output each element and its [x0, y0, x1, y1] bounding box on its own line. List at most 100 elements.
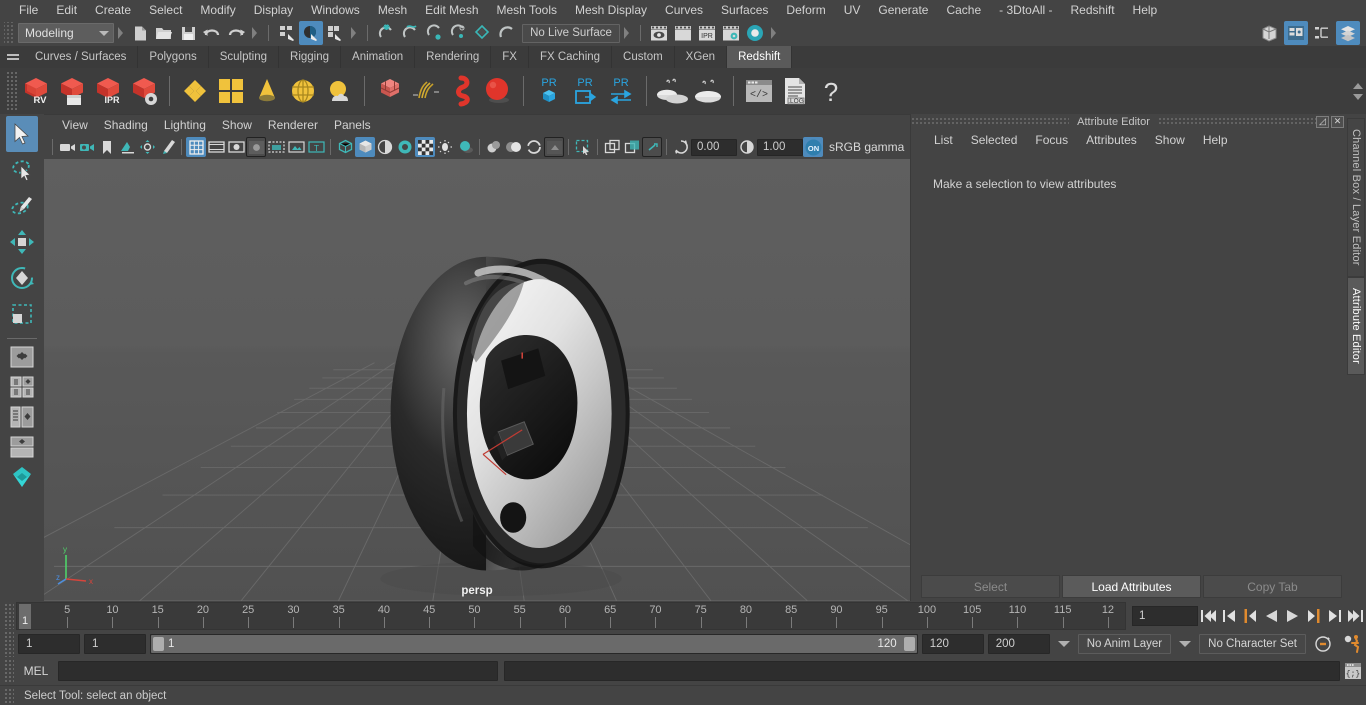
gamma-icon[interactable] — [737, 137, 757, 157]
shelf-redshift-volume-icon[interactable] — [444, 71, 480, 111]
shelf-tab-redshift[interactable]: Redshift — [727, 46, 793, 68]
shelf-redshift-bake-right-icon[interactable] — [690, 71, 726, 111]
help-line-grip[interactable] — [4, 687, 14, 704]
shelf-redshift-proxy-icon[interactable] — [372, 71, 408, 111]
play-forwards-icon[interactable] — [1282, 605, 1303, 627]
menu-deform[interactable]: Deform — [777, 0, 834, 20]
outliner-persp-layout[interactable] — [7, 403, 37, 431]
use-all-lights-icon[interactable] — [435, 137, 455, 157]
show-hide-tool-settings-icon[interactable] — [1310, 21, 1334, 45]
shelf-scroll-up-icon[interactable] — [1353, 82, 1363, 89]
viewport-menu-lighting[interactable]: Lighting — [156, 115, 214, 135]
camera-attributes-icon[interactable] — [77, 137, 97, 157]
viewport-menu-panels[interactable]: Panels — [326, 115, 379, 135]
2d-pan-zoom-icon[interactable] — [137, 137, 157, 157]
vertical-tab-channel-box[interactable]: Channel Box / Layer Editor — [1347, 118, 1365, 277]
gate-mask-icon[interactable] — [246, 137, 266, 157]
step-back-key-icon[interactable] — [1240, 605, 1261, 627]
four-view-layout[interactable] — [7, 373, 37, 401]
shelf-redshift-pr-cube-icon[interactable]: PR — [531, 71, 567, 111]
ae-menu-focus[interactable]: Focus — [1026, 129, 1077, 151]
motion-blur-icon[interactable] — [504, 137, 524, 157]
shelf-redshift-ipr-icon[interactable]: IPR — [90, 71, 126, 111]
menu-windows[interactable]: Windows — [302, 0, 369, 20]
close-icon[interactable]: ✕ — [1331, 115, 1345, 128]
snap-to-view-plane-icon[interactable] — [470, 21, 494, 45]
play-backwards-icon[interactable] — [1261, 605, 1282, 627]
shelf-redshift-cone-icon[interactable] — [249, 71, 285, 111]
animation-start-field[interactable]: 1 — [18, 634, 80, 654]
vertical-tab-attribute-editor[interactable]: Attribute Editor — [1347, 276, 1365, 375]
panel-drag-handle-left[interactable] — [911, 117, 1070, 126]
time-slider[interactable]: 1 5 10 15 20 25 30 35 40 45 50 55 60 65 70 75 80 85 90 95 1… — [16, 602, 1126, 630]
menu-surfaces[interactable]: Surfaces — [712, 0, 777, 20]
range-slider-handle-area[interactable] — [151, 635, 917, 653]
shelf-redshift-pr-transfer-icon[interactable]: PR — [603, 71, 639, 111]
shelf-scroll-controls[interactable] — [1350, 68, 1366, 114]
playback-start-field[interactable]: 1 — [84, 634, 146, 654]
paint-select-tool[interactable] — [6, 188, 38, 224]
menu-file[interactable]: File — [10, 0, 47, 20]
scale-tool[interactable] — [6, 296, 38, 332]
playback-end-field[interactable]: 120 — [921, 634, 984, 654]
range-end-handle[interactable] — [903, 637, 915, 651]
select-button[interactable]: Select — [921, 575, 1060, 598]
safe-title-icon[interactable]: T — [306, 137, 326, 157]
menu-select[interactable]: Select — [140, 0, 191, 20]
shelf-tab-custom[interactable]: Custom — [612, 46, 675, 68]
shelf-scroll-down-icon[interactable] — [1353, 93, 1363, 100]
menu-set-selector[interactable]: Modeling — [18, 23, 114, 43]
redo-icon[interactable] — [224, 21, 248, 45]
shelf-tab-rendering[interactable]: Rendering — [415, 46, 492, 68]
make-live-icon[interactable] — [494, 21, 518, 45]
status-section-divider-4[interactable] — [622, 24, 632, 42]
step-forward-key-icon[interactable] — [1303, 605, 1324, 627]
range-slider-bar[interactable]: 1 120 — [150, 634, 918, 654]
view-transform-icon[interactable] — [602, 137, 622, 157]
shelf-script-editor-icon[interactable]: </> — [741, 71, 777, 111]
smooth-shade-all-icon[interactable] — [355, 137, 375, 157]
script-editor-icon[interactable]: {;} — [1340, 660, 1366, 682]
film-gate-icon[interactable] — [206, 137, 226, 157]
copy-tab-button[interactable]: Copy Tab — [1203, 575, 1342, 598]
render-sequence-icon[interactable] — [671, 21, 695, 45]
character-set-dropdown-icon[interactable] — [1179, 641, 1192, 647]
shelf-tab-xgen[interactable]: XGen — [674, 46, 728, 68]
shelf-redshift-pr-export-icon[interactable]: PR — [567, 71, 603, 111]
script-language-label[interactable]: MEL — [14, 664, 58, 678]
animation-preferences-icon[interactable] — [1340, 632, 1366, 656]
menu-mesh-tools[interactable]: Mesh Tools — [488, 0, 566, 20]
shade-with-wireframe-icon[interactable] — [375, 137, 395, 157]
select-by-component-type-icon[interactable] — [323, 21, 347, 45]
rotate-tool[interactable] — [6, 260, 38, 296]
menu-cache[interactable]: Cache — [937, 0, 990, 20]
shelf-tab-sculpting[interactable]: Sculpting — [208, 46, 280, 68]
menu-mesh[interactable]: Mesh — [369, 0, 416, 20]
go-to-end-icon[interactable] — [1345, 605, 1366, 627]
menu-modify[interactable]: Modify — [191, 0, 244, 20]
shelf-redshift-dome-icon[interactable] — [285, 71, 321, 111]
gpu-override-icon[interactable] — [642, 137, 662, 157]
exposure-field[interactable]: 0.00 — [691, 138, 737, 156]
menu-edit-mesh[interactable]: Edit Mesh — [416, 0, 487, 20]
redshift-render-view-icon[interactable] — [743, 21, 767, 45]
snap-to-curve-icon[interactable] — [398, 21, 422, 45]
menu-redshift[interactable]: Redshift — [1062, 0, 1124, 20]
safe-action-icon[interactable] — [286, 137, 306, 157]
shelf-redshift-sun-sky-icon[interactable] — [321, 71, 357, 111]
show-hide-attribute-editor-icon[interactable] — [1284, 21, 1308, 45]
hypershade-layout[interactable] — [7, 463, 37, 491]
status-section-divider-5[interactable] — [769, 24, 779, 42]
shelf-redshift-render-view-icon[interactable]: RV — [18, 71, 54, 111]
range-start-handle[interactable] — [153, 637, 164, 651]
grease-pencil-icon[interactable] — [157, 137, 177, 157]
render-current-frame-icon[interactable] — [647, 21, 671, 45]
undo-icon[interactable] — [200, 21, 224, 45]
panel-drag-handle-right[interactable] — [1157, 117, 1317, 126]
live-surface-field[interactable]: No Live Surface — [522, 23, 620, 43]
new-scene-icon[interactable] — [128, 21, 152, 45]
gpu-cache-icon[interactable] — [622, 137, 642, 157]
current-time-indicator[interactable]: 1 — [19, 604, 31, 629]
shelf-menu-icon[interactable] — [2, 46, 24, 68]
menu-uv[interactable]: UV — [835, 0, 870, 20]
